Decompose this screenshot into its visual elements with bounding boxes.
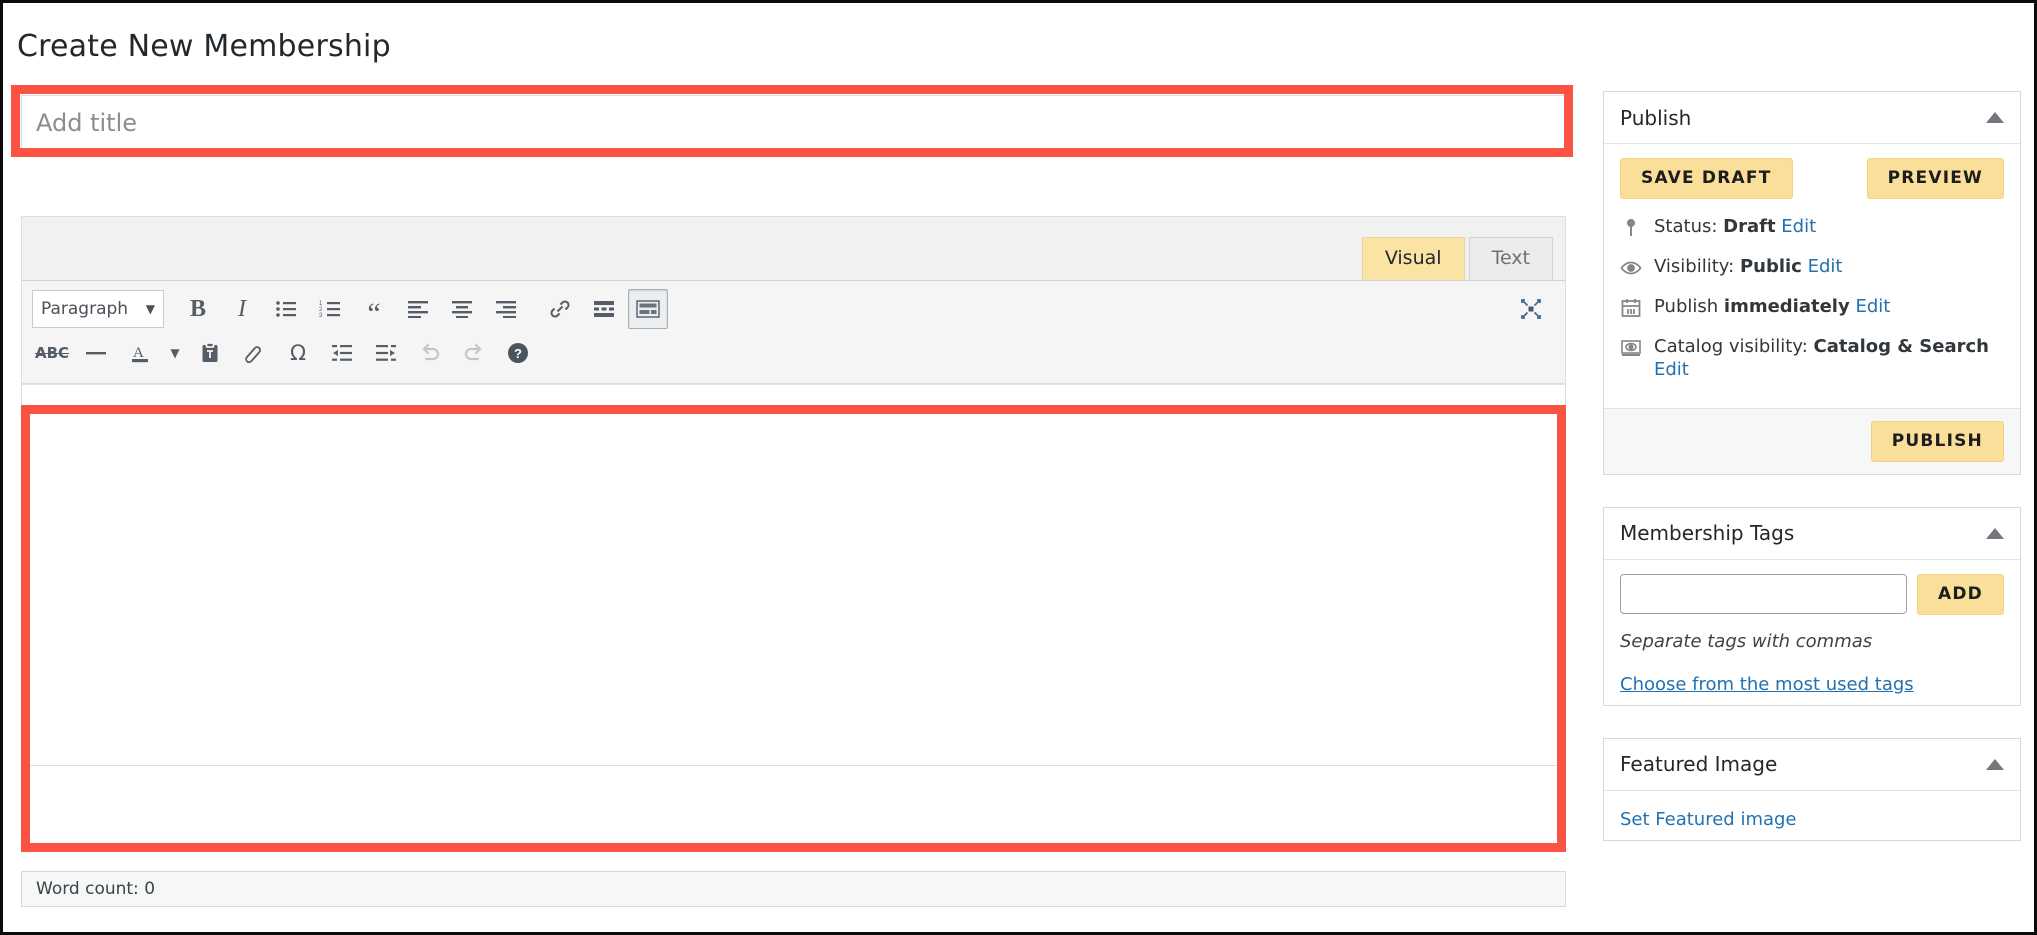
publish-date-edit-link[interactable]: Edit xyxy=(1855,296,1890,317)
content-editor: Visual Text Paragraph ▼ B I 1 2 3 “ ABC … xyxy=(21,216,1566,766)
paste-as-text-icon[interactable] xyxy=(190,333,230,373)
undo-icon[interactable] xyxy=(410,333,450,373)
toolbar-row-1: Paragraph ▼ B I 1 2 3 “ xyxy=(32,287,1555,331)
editor-mode-tabs: Visual Text xyxy=(1358,237,1553,280)
membership-tags-header[interactable]: Membership Tags xyxy=(1604,508,2020,560)
calendar-icon xyxy=(1620,297,1642,319)
catalog-visibility-text: Catalog visibility: Catalog & Search Edi… xyxy=(1654,335,2004,382)
publish-panel: Publish SAVE DRAFT PREVIEW Status: Draft… xyxy=(1603,91,2021,475)
membership-tags-title: Membership Tags xyxy=(1620,521,1795,546)
visibility-text: Visibility: Public Edit xyxy=(1654,255,2004,278)
bold-icon[interactable]: B xyxy=(178,289,218,329)
publish-date-text: Publish immediately Edit xyxy=(1654,295,2004,318)
status-row: Status: Draft Edit xyxy=(1620,215,2004,239)
italic-icon[interactable]: I xyxy=(222,289,262,329)
title-field-wrapper xyxy=(21,95,1566,151)
paragraph-format-value: Paragraph xyxy=(41,299,129,319)
chevron-down-icon: ▼ xyxy=(145,302,155,316)
tab-visual[interactable]: Visual xyxy=(1361,237,1465,280)
save-draft-button[interactable]: SAVE DRAFT xyxy=(1620,158,1793,199)
membership-tags-body: ADD Separate tags with commas Choose fro… xyxy=(1604,560,2020,705)
publish-panel-footer: PUBLISH xyxy=(1604,407,2020,474)
read-more-icon[interactable] xyxy=(584,289,624,329)
catalog-visibility-icon xyxy=(1620,337,1642,359)
pin-icon xyxy=(1620,217,1642,239)
link-icon[interactable] xyxy=(540,289,580,329)
redo-icon[interactable] xyxy=(454,333,494,373)
visibility-row: Visibility: Public Edit xyxy=(1620,255,2004,279)
word-count-bar: Word count: 0 xyxy=(21,871,1566,907)
tag-entry-row: ADD xyxy=(1620,573,2004,615)
add-tag-button[interactable]: ADD xyxy=(1917,573,2004,615)
align-center-icon[interactable] xyxy=(442,289,482,329)
featured-image-header[interactable]: Featured Image xyxy=(1604,739,2020,791)
content-editable-area[interactable] xyxy=(22,384,1565,765)
collapse-triangle-icon[interactable] xyxy=(1986,527,2004,539)
preview-button[interactable]: PREVIEW xyxy=(1866,158,2004,199)
visibility-edit-link[interactable]: Edit xyxy=(1808,256,1843,277)
status-value: Draft xyxy=(1723,216,1776,237)
publish-date-label: Publish xyxy=(1654,296,1719,317)
publish-date-row: Publish immediately Edit xyxy=(1620,295,2004,319)
blockquote-icon[interactable]: “ xyxy=(354,289,394,329)
catalog-visibility-value: Catalog & Search xyxy=(1813,336,1989,357)
set-featured-image-link[interactable]: Set Featured image xyxy=(1620,805,2004,830)
editor-toolbar: Paragraph ▼ B I 1 2 3 “ ABC A ▼ Ω ? xyxy=(22,281,1565,384)
visibility-value: Public xyxy=(1739,256,1802,277)
text-color-dropdown-icon[interactable]: ▼ xyxy=(164,333,186,373)
publish-panel-body: SAVE DRAFT PREVIEW Status: Draft Edit Vi… xyxy=(1604,144,2020,408)
publish-panel-title: Publish xyxy=(1620,105,1692,130)
collapse-triangle-icon[interactable] xyxy=(1986,758,2004,770)
featured-image-panel: Featured Image Set Featured image xyxy=(1603,737,2021,841)
post-title-input[interactable] xyxy=(21,95,1566,151)
status-text: Status: Draft Edit xyxy=(1654,215,2004,238)
horizontal-rule-icon[interactable] xyxy=(76,333,116,373)
align-left-icon[interactable] xyxy=(398,289,438,329)
text-color-icon[interactable]: A xyxy=(120,333,160,373)
bulleted-list-icon[interactable] xyxy=(266,289,306,329)
toolbar-row-2: ABC A ▼ Ω ? xyxy=(32,331,1555,375)
featured-image-body: Set Featured image xyxy=(1604,791,2020,840)
status-label: Status: xyxy=(1654,216,1718,237)
page-title: Create New Membership xyxy=(17,29,391,64)
catalog-visibility-row: Catalog visibility: Catalog & Search Edi… xyxy=(1620,335,2004,382)
editor-tab-bar: Visual Text xyxy=(22,217,1565,281)
svg-text:?: ? xyxy=(514,346,522,361)
membership-tags-panel: Membership Tags ADD Separate tags with c… xyxy=(1603,506,2021,706)
paragraph-format-select[interactable]: Paragraph ▼ xyxy=(32,290,164,328)
align-right-icon[interactable] xyxy=(486,289,526,329)
help-icon[interactable]: ? xyxy=(498,333,538,373)
distraction-free-icon[interactable] xyxy=(1511,289,1551,329)
sidebar: Publish SAVE DRAFT PREVIEW Status: Draft… xyxy=(1603,91,2021,873)
word-count-label: Word count: 0 xyxy=(36,879,156,899)
tag-hint: Separate tags with commas xyxy=(1620,630,1873,652)
status-edit-link[interactable]: Edit xyxy=(1781,216,1816,237)
clear-formatting-icon[interactable] xyxy=(234,333,274,373)
publish-panel-header[interactable]: Publish xyxy=(1604,92,2020,144)
indent-icon[interactable] xyxy=(366,333,406,373)
eye-icon xyxy=(1620,257,1642,279)
collapse-triangle-icon[interactable] xyxy=(1986,112,2004,123)
publish-date-value: immediately xyxy=(1723,296,1850,317)
outdent-icon[interactable] xyxy=(322,333,362,373)
numbered-list-icon[interactable]: 1 2 3 xyxy=(310,289,350,329)
screenshot-frame: Create New Membership Visual Text Paragr… xyxy=(0,0,2037,935)
featured-image-title: Featured Image xyxy=(1620,752,1778,777)
most-used-tags-link[interactable]: Choose from the most used tags xyxy=(1620,674,2004,695)
catalog-visibility-edit-link[interactable]: Edit xyxy=(1654,359,1689,380)
toolbar-toggle-icon[interactable] xyxy=(628,289,668,329)
publish-button[interactable]: PUBLISH xyxy=(1870,420,2004,462)
svg-text:3: 3 xyxy=(319,313,323,319)
visibility-label: Visibility: xyxy=(1654,256,1735,277)
svg-text:A: A xyxy=(133,345,144,361)
publish-action-buttons: SAVE DRAFT PREVIEW xyxy=(1620,158,2004,199)
catalog-visibility-label: Catalog visibility: xyxy=(1654,336,1808,357)
strikethrough-icon[interactable]: ABC xyxy=(32,333,72,373)
special-character-icon[interactable]: Ω xyxy=(278,333,318,373)
tag-input[interactable] xyxy=(1620,573,1908,614)
tab-text[interactable]: Text xyxy=(1468,237,1553,280)
